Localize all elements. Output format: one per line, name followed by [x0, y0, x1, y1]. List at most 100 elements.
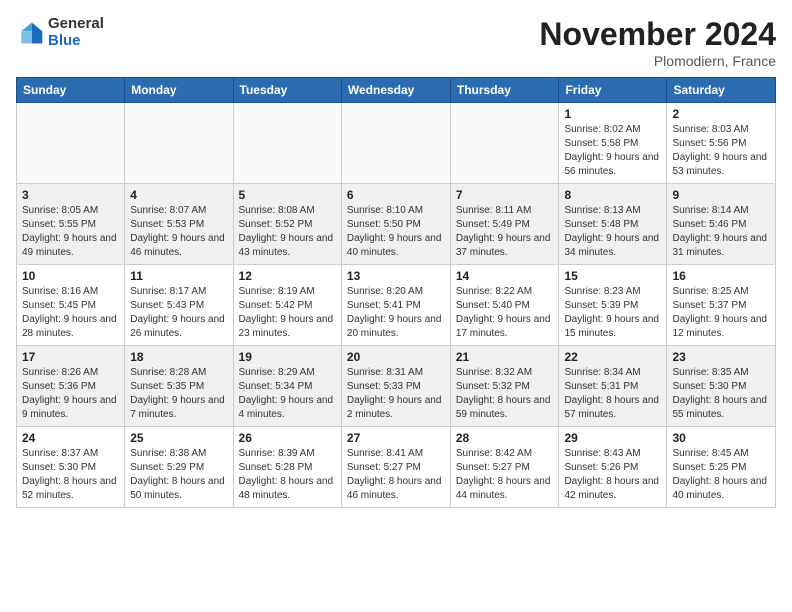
calendar-header-row: SundayMondayTuesdayWednesdayThursdayFrid…	[17, 78, 776, 103]
calendar-day-cell: 25 Sunrise: 8:38 AMSunset: 5:29 PMDayligh…	[125, 427, 233, 508]
day-info: Sunrise: 8:32 AMSunset: 5:32 PMDaylight:…	[456, 366, 554, 422]
day-number: 11	[130, 269, 227, 283]
month-title: November 2024	[539, 16, 776, 53]
day-info: Sunrise: 8:28 AMSunset: 5:35 PMDaylight:…	[130, 366, 227, 422]
title-block: November 2024 Plomodiern, France	[539, 16, 776, 69]
calendar-day-cell: 4Sunrise: 8:07 AMSunset: 5:53 PMDaylight…	[125, 184, 233, 265]
day-number: 5	[239, 188, 336, 202]
day-info: Sunrise: 8:08 AMSunset: 5:52 PMDaylight:…	[239, 204, 336, 260]
calendar-day-cell: 22 Sunrise: 8:34 AMSunset: 5:31 PMDayligh…	[559, 346, 667, 427]
calendar-week-row: 24 Sunrise: 8:37 AMSunset: 5:30 PMDayligh…	[17, 427, 776, 508]
day-info: Sunrise: 8:26 AMSunset: 5:36 PMDaylight:…	[22, 366, 119, 422]
day-info: Sunrise: 8:10 AMSunset: 5:50 PMDaylight:…	[347, 204, 445, 260]
calendar-day-cell: 13 Sunrise: 8:20 AMSunset: 5:41 PMDayligh…	[341, 265, 450, 346]
day-number: 29	[564, 431, 661, 445]
day-header: Friday	[559, 78, 667, 103]
day-info: Sunrise: 8:38 AMSunset: 5:29 PMDaylight:…	[130, 447, 227, 503]
calendar-day-cell: 3 Sunrise: 8:05 AMSunset: 5:55 PMDaylight…	[17, 184, 125, 265]
day-info: Sunrise: 8:16 AMSunset: 5:45 PMDaylight:…	[22, 285, 119, 341]
day-info: Sunrise: 8:31 AMSunset: 5:33 PMDaylight:…	[347, 366, 445, 422]
day-number: 21	[456, 350, 554, 364]
calendar-day-cell: 8Sunrise: 8:13 AMSunset: 5:48 PMDaylight…	[559, 184, 667, 265]
day-number: 25	[130, 431, 227, 445]
logo-text: General Blue	[48, 16, 104, 49]
calendar-day-cell	[450, 103, 559, 184]
calendar-day-cell: 14Sunrise: 8:22 AMSunset: 5:40 PMDayligh…	[450, 265, 559, 346]
calendar-week-row: 1 Sunrise: 8:02 AMSunset: 5:58 PMDaylight…	[17, 103, 776, 184]
calendar-day-cell	[341, 103, 450, 184]
day-header: Wednesday	[341, 78, 450, 103]
day-number: 28	[456, 431, 554, 445]
day-number: 13	[347, 269, 445, 283]
calendar-day-cell: 5 Sunrise: 8:08 AMSunset: 5:52 PMDaylight…	[233, 184, 341, 265]
day-info: Sunrise: 8:03 AMSunset: 5:56 PMDaylight:…	[672, 123, 770, 179]
page-header: General Blue November 2024 Plomodiern, F…	[16, 16, 776, 69]
logo-icon	[16, 19, 44, 47]
calendar-day-cell: 12 Sunrise: 8:19 AMSunset: 5:42 PMDayligh…	[233, 265, 341, 346]
day-number: 1	[564, 107, 661, 121]
day-header: Monday	[125, 78, 233, 103]
logo: General Blue	[16, 16, 104, 49]
day-number: 8	[564, 188, 661, 202]
calendar-day-cell: 21 Sunrise: 8:32 AMSunset: 5:32 PMDayligh…	[450, 346, 559, 427]
day-info: Sunrise: 8:17 AMSunset: 5:43 PMDaylight:…	[130, 285, 227, 341]
calendar-day-cell: 10 Sunrise: 8:16 AMSunset: 5:45 PMDayligh…	[17, 265, 125, 346]
day-info: Sunrise: 8:14 AMSunset: 5:46 PMDaylight:…	[672, 204, 770, 260]
calendar-week-row: 17Sunrise: 8:26 AMSunset: 5:36 PMDayligh…	[17, 346, 776, 427]
day-info: Sunrise: 8:07 AMSunset: 5:53 PMDaylight:…	[130, 204, 227, 260]
day-number: 10	[22, 269, 119, 283]
day-info: Sunrise: 8:19 AMSunset: 5:42 PMDaylight:…	[239, 285, 336, 341]
calendar-day-cell: 2Sunrise: 8:03 AMSunset: 5:56 PMDaylight…	[667, 103, 776, 184]
logo-general: General	[48, 16, 104, 33]
day-info: Sunrise: 8:05 AMSunset: 5:55 PMDaylight:…	[22, 204, 119, 260]
day-info: Sunrise: 8:41 AMSunset: 5:27 PMDaylight:…	[347, 447, 445, 503]
calendar-week-row: 10 Sunrise: 8:16 AMSunset: 5:45 PMDayligh…	[17, 265, 776, 346]
day-info: Sunrise: 8:35 AMSunset: 5:30 PMDaylight:…	[672, 366, 770, 422]
calendar-day-cell: 24 Sunrise: 8:37 AMSunset: 5:30 PMDayligh…	[17, 427, 125, 508]
day-number: 15	[564, 269, 661, 283]
logo-blue: Blue	[48, 33, 104, 50]
day-info: Sunrise: 8:42 AMSunset: 5:27 PMDaylight:…	[456, 447, 554, 503]
day-number: 30	[672, 431, 770, 445]
day-number: 22	[564, 350, 661, 364]
day-header: Sunday	[17, 78, 125, 103]
calendar-day-cell	[125, 103, 233, 184]
day-number: 24	[22, 431, 119, 445]
day-info: Sunrise: 8:11 AMSunset: 5:49 PMDaylight:…	[456, 204, 554, 260]
location: Plomodiern, France	[539, 53, 776, 69]
day-number: 20	[347, 350, 445, 364]
calendar-day-cell: 29 Sunrise: 8:43 AMSunset: 5:26 PMDayligh…	[559, 427, 667, 508]
day-number: 26	[239, 431, 336, 445]
calendar-day-cell: 30 Sunrise: 8:45 AMSunset: 5:25 PMDayligh…	[667, 427, 776, 508]
day-header: Thursday	[450, 78, 559, 103]
day-number: 27	[347, 431, 445, 445]
calendar-day-cell: 1 Sunrise: 8:02 AMSunset: 5:58 PMDaylight…	[559, 103, 667, 184]
calendar-week-row: 3 Sunrise: 8:05 AMSunset: 5:55 PMDaylight…	[17, 184, 776, 265]
day-info: Sunrise: 8:02 AMSunset: 5:58 PMDaylight:…	[564, 123, 661, 179]
calendar-day-cell: 20 Sunrise: 8:31 AMSunset: 5:33 PMDayligh…	[341, 346, 450, 427]
calendar-day-cell: 16Sunrise: 8:25 AMSunset: 5:37 PMDayligh…	[667, 265, 776, 346]
day-header: Saturday	[667, 78, 776, 103]
calendar-day-cell: 26 Sunrise: 8:39 AMSunset: 5:28 PMDayligh…	[233, 427, 341, 508]
day-info: Sunrise: 8:45 AMSunset: 5:25 PMDaylight:…	[672, 447, 770, 503]
calendar-day-cell: 19 Sunrise: 8:29 AMSunset: 5:34 PMDayligh…	[233, 346, 341, 427]
calendar-day-cell	[17, 103, 125, 184]
day-number: 6	[347, 188, 445, 202]
calendar-day-cell: 11 Sunrise: 8:17 AMSunset: 5:43 PMDayligh…	[125, 265, 233, 346]
day-info: Sunrise: 8:43 AMSunset: 5:26 PMDaylight:…	[564, 447, 661, 503]
day-header: Tuesday	[233, 78, 341, 103]
day-number: 3	[22, 188, 119, 202]
calendar-day-cell: 27 Sunrise: 8:41 AMSunset: 5:27 PMDayligh…	[341, 427, 450, 508]
day-info: Sunrise: 8:25 AMSunset: 5:37 PMDaylight:…	[672, 285, 770, 341]
day-info: Sunrise: 8:29 AMSunset: 5:34 PMDaylight:…	[239, 366, 336, 422]
calendar-day-cell: 18Sunrise: 8:28 AMSunset: 5:35 PMDayligh…	[125, 346, 233, 427]
day-info: Sunrise: 8:39 AMSunset: 5:28 PMDaylight:…	[239, 447, 336, 503]
day-number: 19	[239, 350, 336, 364]
calendar-day-cell: 28 Sunrise: 8:42 AMSunset: 5:27 PMDayligh…	[450, 427, 559, 508]
day-info: Sunrise: 8:37 AMSunset: 5:30 PMDaylight:…	[22, 447, 119, 503]
day-number: 12	[239, 269, 336, 283]
calendar-day-cell: 17Sunrise: 8:26 AMSunset: 5:36 PMDayligh…	[17, 346, 125, 427]
day-info: Sunrise: 8:34 AMSunset: 5:31 PMDaylight:…	[564, 366, 661, 422]
calendar-day-cell: 7Sunrise: 8:11 AMSunset: 5:49 PMDaylight…	[450, 184, 559, 265]
day-info: Sunrise: 8:20 AMSunset: 5:41 PMDaylight:…	[347, 285, 445, 341]
